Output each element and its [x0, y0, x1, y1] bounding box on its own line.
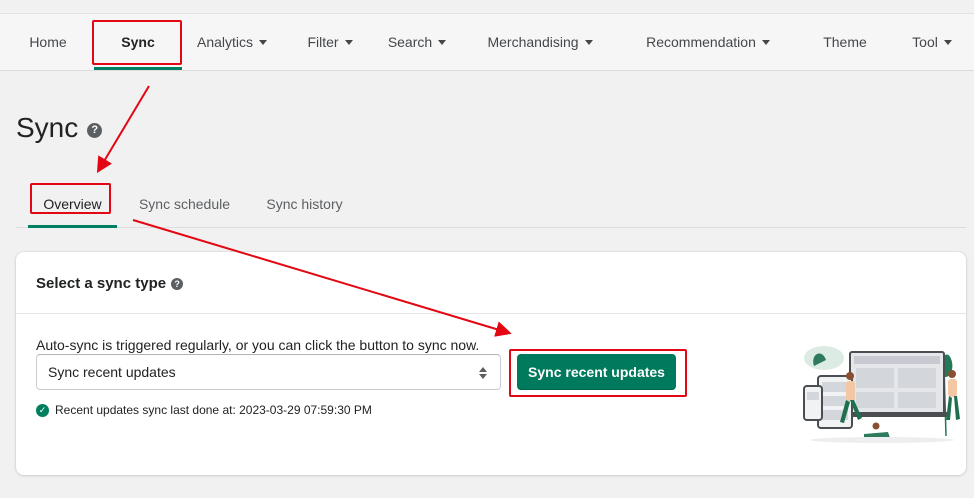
nav-search-label: Search	[387, 34, 433, 50]
nav-filter-label: Filter	[307, 34, 339, 50]
nav-theme[interactable]: Theme	[815, 14, 875, 70]
help-icon[interactable]: ?	[171, 277, 184, 290]
tab-sync-history[interactable]: Sync history	[256, 180, 353, 227]
nav-home[interactable]: Home	[18, 14, 78, 70]
tab-bar: Overview Sync schedule Sync history	[16, 180, 966, 228]
chevron-down-icon	[259, 40, 268, 45]
chevron-down-icon	[438, 40, 447, 45]
tab-overview[interactable]: Overview	[28, 180, 117, 228]
chevron-down-icon	[344, 40, 353, 45]
sync-type-select[interactable]: Sync recent updates	[36, 354, 501, 390]
select-arrows-icon	[479, 366, 487, 380]
tab-overview-label: Overview	[43, 195, 102, 212]
nav-analytics[interactable]: Analytics	[192, 14, 272, 70]
nav-merchandising-label: Merchandising	[487, 34, 579, 50]
nav-analytics-label: Analytics	[196, 34, 254, 50]
nav-recommendation-label: Recommendation	[646, 34, 756, 50]
sync-status-text: Recent updates sync last done at: 2023-0…	[55, 403, 372, 417]
sync-type-select-value: Sync recent updates	[48, 364, 176, 380]
sync-recent-updates-button[interactable]: Sync recent updates	[517, 354, 676, 390]
chevron-down-icon	[584, 40, 593, 45]
nav-theme-label: Theme	[823, 34, 867, 50]
top-navigation: Home Sync Analytics Filter Search Mercha…	[0, 13, 974, 71]
card-title-text: Select a sync type	[36, 275, 167, 292]
chevron-down-icon	[761, 40, 770, 45]
page-title-text: Sync	[16, 112, 79, 143]
nav-sync-label: Sync	[121, 34, 155, 50]
card-header: Select a sync type ?	[16, 252, 966, 314]
nav-filter[interactable]: Filter	[300, 14, 360, 70]
tab-sync-schedule-label: Sync schedule	[138, 195, 231, 212]
nav-sync[interactable]: Sync	[94, 14, 182, 70]
tab-sync-history-label: Sync history	[266, 195, 343, 212]
sync-illustration	[803, 346, 960, 443]
sync-type-card: Select a sync type ? Auto-sync is trigge…	[16, 252, 966, 475]
tab-sync-schedule[interactable]: Sync schedule	[131, 180, 238, 227]
page-title: Sync ?	[16, 112, 103, 144]
nav-search[interactable]: Search	[383, 14, 451, 70]
arrow-sync-to-overview	[96, 85, 150, 174]
nav-tool-label: Tool	[912, 34, 938, 50]
help-icon[interactable]: ?	[87, 122, 103, 138]
nav-tool[interactable]: Tool	[905, 14, 959, 70]
sync-status: ✓ Recent updates sync last done at: 2023…	[36, 403, 372, 417]
card-title: Select a sync type ?	[36, 275, 184, 292]
nav-home-label: Home	[29, 34, 67, 50]
chevron-down-icon	[943, 40, 952, 45]
sync-description: Auto-sync is triggered regularly, or you…	[36, 337, 480, 353]
nav-recommendation[interactable]: Recommendation	[640, 14, 776, 70]
check-circle-icon: ✓	[36, 403, 49, 417]
nav-merchandising[interactable]: Merchandising	[481, 14, 599, 70]
